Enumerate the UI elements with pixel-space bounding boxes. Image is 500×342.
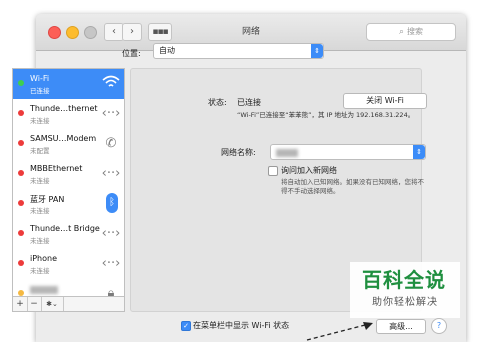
ask-to-join-label: 询问加入新网络 bbox=[281, 166, 337, 175]
network-service-list: Wi-Fi 已连接 Thunde…thernet 未连接 ‹··› SAMSU…… bbox=[12, 68, 125, 312]
service-status: 未配置 bbox=[30, 147, 50, 155]
status-value: 已连接 bbox=[237, 98, 261, 107]
status-dot-red bbox=[18, 260, 24, 266]
bluetooth-icon: ᛒ bbox=[106, 193, 118, 213]
ethernet-arrows-icon: ‹··› bbox=[101, 166, 121, 181]
ask-to-join-checkbox[interactable] bbox=[268, 166, 278, 176]
ethernet-arrows-icon: ‹··› bbox=[101, 256, 121, 271]
add-service-button[interactable]: + bbox=[13, 297, 28, 311]
service-status: 未连接 bbox=[30, 237, 50, 245]
ethernet-arrows-icon: ‹··› bbox=[101, 226, 121, 241]
show-wifi-in-menubar-checkbox[interactable]: ✓ bbox=[181, 321, 191, 331]
service-item-mbbethernet[interactable]: MBBEthernet 未连接 ‹··› bbox=[13, 159, 124, 189]
location-select[interactable]: 自动 ⇕ bbox=[153, 43, 324, 59]
advanced-button[interactable]: 高级... bbox=[376, 319, 426, 334]
status-dot-red bbox=[18, 170, 24, 176]
sidebar-toolbar: + − ✱⌄ bbox=[13, 296, 124, 311]
service-status: 未连接 bbox=[30, 177, 50, 185]
turn-off-wifi-button[interactable]: 关闭 Wi-Fi bbox=[343, 93, 427, 109]
service-item-bluetooth-pan[interactable]: 蓝牙 PAN 未连接 ᛒ bbox=[13, 189, 124, 219]
service-name: Thunde…t Bridge bbox=[30, 224, 100, 233]
status-description: “Wi-Fi”已连接至“苯苯熊”，其 IP 地址为 192.168.31.224… bbox=[237, 111, 415, 119]
service-item-thunderbolt-ethernet[interactable]: Thunde…thernet 未连接 ‹··› bbox=[13, 99, 124, 129]
service-name: SAMSU…Modem bbox=[30, 134, 97, 143]
updown-chevron-icon: ⇕ bbox=[413, 145, 425, 159]
service-item-samsung-modem[interactable]: SAMSU…Modem 未配置 ✆ bbox=[13, 129, 124, 159]
status-dot-red bbox=[18, 230, 24, 236]
location-label: 位置: bbox=[122, 49, 141, 58]
gear-menu-button[interactable]: ✱⌄ bbox=[41, 297, 64, 311]
help-button[interactable]: ? bbox=[431, 318, 447, 334]
watermark-subtitle: 助你轻松解决 bbox=[372, 297, 438, 308]
service-item-wifi[interactable]: Wi-Fi 已连接 bbox=[13, 69, 124, 99]
blurred-network-name bbox=[276, 149, 298, 157]
status-dot-green bbox=[18, 80, 24, 86]
service-name: Wi-Fi bbox=[30, 74, 50, 83]
ask-to-join-description: 将自动加入已知网络。如果没有已知网络，您将不得不手动选择网络。 bbox=[281, 178, 424, 195]
location-value: 自动 bbox=[159, 46, 175, 55]
service-name: MBBEthernet bbox=[30, 164, 83, 173]
phone-modem-icon: ✆ bbox=[105, 136, 117, 151]
checkmark-icon: ✓ bbox=[183, 322, 189, 330]
annotation-arrow-icon bbox=[306, 322, 373, 341]
ethernet-arrows-icon: ‹··› bbox=[101, 106, 121, 121]
network-name-select[interactable]: ⇕ bbox=[270, 144, 426, 160]
search-field[interactable]: ⌕ 搜索 bbox=[366, 23, 456, 41]
blurred-text bbox=[30, 286, 58, 294]
network-name-label: 网络名称: bbox=[221, 148, 256, 157]
service-name: 蓝牙 PAN bbox=[30, 195, 65, 204]
service-status: 未连接 bbox=[30, 117, 50, 125]
status-dot-red bbox=[18, 200, 24, 206]
updown-chevron-icon: ⇕ bbox=[311, 44, 323, 58]
service-name-blurred bbox=[30, 284, 58, 296]
service-item-iphone[interactable]: iPhone 未连接 ‹··› bbox=[13, 249, 124, 279]
search-icon: ⌕ bbox=[398, 27, 405, 37]
watermark-title: 百科全说 bbox=[362, 268, 446, 292]
remove-service-button[interactable]: − bbox=[27, 297, 42, 311]
status-dot-red bbox=[18, 140, 24, 146]
service-name: iPhone bbox=[30, 254, 58, 263]
status-label: 状态: bbox=[208, 98, 227, 107]
service-name: Thunde…thernet bbox=[30, 104, 98, 113]
service-status: 未连接 bbox=[30, 267, 50, 275]
wifi-icon bbox=[101, 74, 121, 94]
service-status: 未连接 bbox=[30, 207, 50, 215]
show-wifi-in-menubar-label: 在菜单栏中显示 Wi-Fi 状态 bbox=[193, 321, 290, 330]
search-placeholder: 搜索 bbox=[407, 27, 424, 36]
status-dot-red bbox=[18, 110, 24, 116]
service-item-thunderbolt-bridge[interactable]: Thunde…t Bridge 未连接 ‹··› bbox=[13, 219, 124, 249]
service-status: 已连接 bbox=[30, 87, 50, 95]
